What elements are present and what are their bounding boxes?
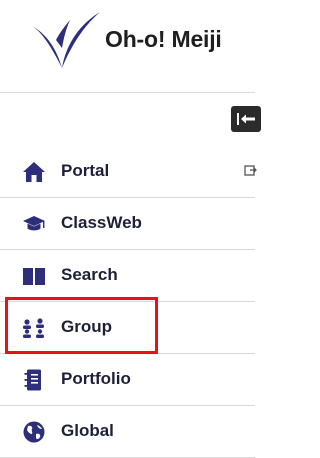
brand-title[interactable]: Oh-o! Meiji bbox=[105, 26, 222, 53]
sidebar-item-group[interactable]: Group bbox=[0, 302, 255, 354]
sidebar-item-label: Group bbox=[61, 317, 112, 336]
sidebar-item-classweb[interactable]: ClassWeb bbox=[0, 198, 255, 250]
sidebar-item-label: Portal bbox=[61, 161, 110, 180]
sidebar-item-search[interactable]: Search bbox=[0, 250, 255, 302]
globe-icon bbox=[22, 421, 46, 443]
notebook-icon bbox=[22, 369, 46, 391]
collapse-left-icon bbox=[237, 113, 255, 125]
home-icon bbox=[22, 161, 46, 183]
meiji-logo-icon[interactable] bbox=[28, 10, 102, 70]
sidebar-item-label: ClassWeb bbox=[61, 213, 142, 232]
sidebar-nav: Portal ClassWeb Search Group Portfolio G… bbox=[0, 146, 258, 458]
header: Oh-o! Meiji bbox=[0, 0, 255, 93]
group-icon bbox=[22, 317, 46, 339]
sidebar-item-global[interactable]: Global bbox=[0, 406, 255, 458]
collapse-sidebar-button[interactable] bbox=[231, 106, 261, 132]
graduation-cap-icon bbox=[22, 213, 46, 235]
sidebar-item-label: Search bbox=[61, 265, 118, 284]
sidebar-item-portal[interactable]: Portal bbox=[0, 146, 258, 198]
sidebar-item-portfolio[interactable]: Portfolio bbox=[0, 354, 255, 406]
book-icon bbox=[22, 265, 46, 287]
sidebar-item-label: Global bbox=[61, 421, 114, 440]
external-link-icon[interactable] bbox=[244, 163, 258, 177]
sidebar-item-label: Portfolio bbox=[61, 369, 131, 388]
